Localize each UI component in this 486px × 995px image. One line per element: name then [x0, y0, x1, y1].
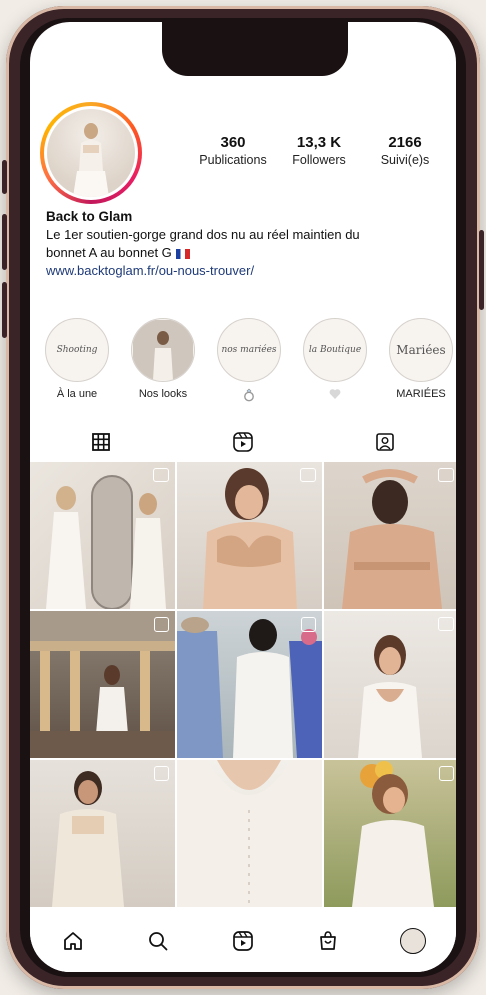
reel-badge-icon — [438, 468, 454, 482]
stat-label: Suivi(e)s — [380, 153, 430, 167]
profile-bio: Back to Glam Le 1er soutien-gorge grand … — [46, 208, 446, 280]
highlight-label — [216, 388, 282, 402]
highlight-a-la-une[interactable]: Shooting À la une — [44, 318, 110, 402]
phone-power-button — [479, 230, 484, 310]
highlight-cover: Mariées — [389, 318, 453, 382]
highlight-label: À la une — [56, 388, 98, 400]
highlight-cover: Shooting — [45, 318, 109, 382]
profile-tabs — [30, 422, 456, 464]
heart-emoji-icon — [329, 389, 341, 399]
highlight-label: Nos looks — [138, 388, 188, 400]
tagged-icon — [376, 433, 394, 451]
reels-icon — [233, 432, 253, 452]
bottom-navigation — [30, 910, 456, 972]
reel-badge-icon — [153, 468, 169, 482]
bio-line-2: bonnet A au bonnet G — [46, 245, 172, 260]
carousel-badge-icon — [154, 766, 169, 781]
highlight-cover: la Boutique — [303, 318, 367, 382]
stat-following[interactable]: 2166 Suivi(e)s — [362, 134, 448, 167]
story-highlights: Shooting À la une Nos looks nos mariées … — [44, 318, 456, 402]
stat-value: 2166 — [388, 134, 422, 151]
tab-reels[interactable] — [172, 422, 314, 462]
tab-tagged[interactable] — [314, 422, 456, 462]
nav-reels[interactable] — [225, 923, 261, 959]
shop-icon — [320, 931, 337, 950]
post-thumbnail[interactable] — [324, 760, 456, 907]
phone-volume-up — [2, 214, 7, 270]
nav-search[interactable] — [140, 923, 176, 959]
bio-line-1: Le 1er soutien-gorge grand dos nu au rée… — [46, 227, 360, 242]
stat-label: Followers — [292, 153, 346, 167]
carousel-badge-icon — [154, 617, 169, 632]
nav-home[interactable] — [55, 923, 91, 959]
grid-icon — [92, 433, 110, 451]
highlight-cover — [131, 318, 195, 382]
post-thumbnail[interactable] — [177, 462, 322, 609]
reels-icon — [233, 931, 253, 951]
stat-value: 13,3 K — [296, 134, 342, 151]
ring-emoji-icon — [244, 388, 254, 402]
stat-followers[interactable]: 13,3 K Followers — [276, 134, 362, 167]
highlight-nos-looks[interactable]: Nos looks — [130, 318, 196, 402]
tab-posts-grid[interactable] — [30, 422, 172, 463]
reel-badge-icon — [300, 468, 316, 482]
stat-publications[interactable]: 360 Publications — [190, 134, 276, 167]
highlight-mariees[interactable]: Mariées MARIÉES — [388, 318, 454, 402]
profile-avatar[interactable] — [47, 109, 135, 197]
phone-notch — [162, 22, 348, 76]
carousel-badge-icon — [301, 617, 316, 632]
post-thumbnail[interactable] — [324, 611, 456, 758]
highlight-nos-mariees[interactable]: nos mariées — [216, 318, 282, 402]
search-icon — [148, 932, 168, 951]
highlight-cover: nos mariées — [217, 318, 281, 382]
post-thumbnail[interactable] — [177, 611, 322, 758]
profile-name: Back to Glam — [46, 209, 133, 224]
posts-grid — [30, 462, 456, 907]
post-thumbnail[interactable] — [177, 760, 322, 907]
profile-avatar — [400, 928, 427, 954]
home-icon — [63, 932, 82, 950]
profile-stats: 360 Publications 13,3 K Followers 2166 S… — [190, 134, 450, 167]
post-thumbnail[interactable] — [30, 760, 175, 907]
highlight-photo — [133, 320, 193, 380]
nav-profile[interactable] — [395, 923, 431, 959]
phone-volume-down — [2, 282, 7, 338]
bio-text: Le 1er soutien-gorge grand dos nu au rée… — [46, 226, 446, 262]
nav-shop[interactable] — [310, 923, 346, 959]
highlight-label: MARIÉES — [396, 388, 446, 400]
instagram-profile-screen: 360 Publications 13,3 K Followers 2166 S… — [30, 22, 456, 972]
profile-avatar-story-ring[interactable] — [40, 102, 142, 204]
reel-badge-icon — [438, 617, 454, 631]
phone-side-button — [2, 160, 7, 194]
stat-label: Publications — [199, 153, 267, 167]
highlight-label — [302, 388, 368, 402]
post-thumbnail[interactable] — [324, 462, 456, 609]
french-flag-icon — [175, 248, 190, 259]
profile-website-link[interactable]: www.backtoglam.fr/ou-nous-trouver/ — [46, 262, 446, 280]
stat-value: 360 — [220, 134, 246, 151]
post-thumbnail[interactable] — [30, 462, 175, 609]
post-thumbnail[interactable] — [30, 611, 175, 758]
highlight-la-boutique[interactable]: la Boutique — [302, 318, 368, 402]
carousel-badge-icon — [439, 766, 454, 781]
